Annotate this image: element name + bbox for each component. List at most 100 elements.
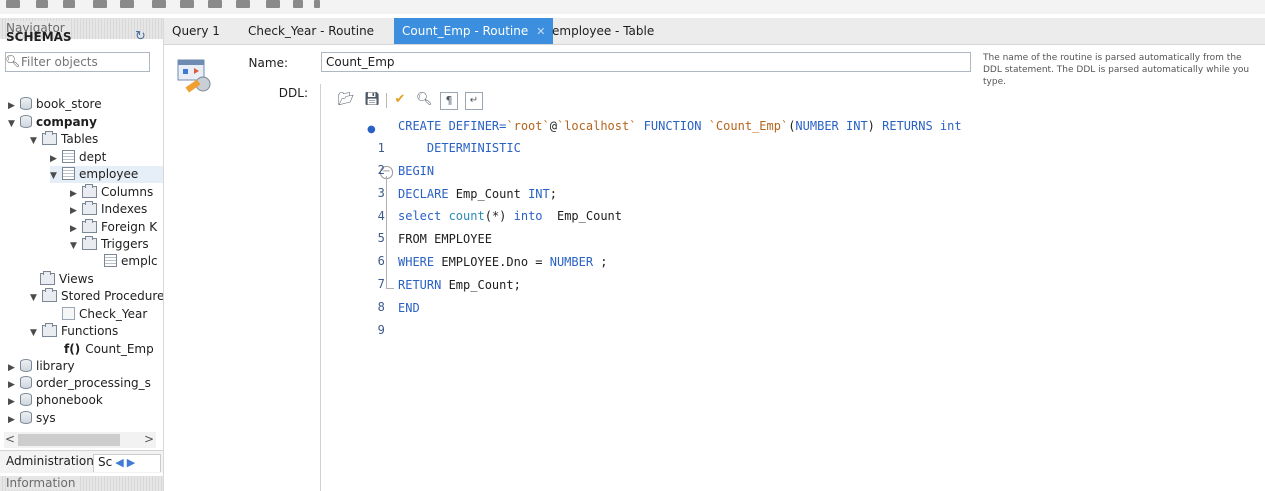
tree-item-library[interactable]: ▶ library	[8, 358, 75, 375]
toolbar-button[interactable]	[180, 0, 194, 8]
tree-item-tables[interactable]: ▼ Tables	[30, 131, 98, 148]
tree-item-dept[interactable]: ▶ dept	[50, 149, 106, 166]
database-icon	[20, 393, 32, 406]
tab-label: Query 1	[172, 24, 220, 38]
collapse-arrow-icon[interactable]: ▼	[30, 290, 42, 305]
collapse-arrow-icon[interactable]: ▼	[8, 116, 20, 133]
expand-arrow-icon[interactable]: ▶	[8, 98, 20, 115]
database-icon	[20, 411, 32, 424]
tree-item-functions[interactable]: ▼ Functions	[30, 323, 118, 340]
expand-arrow-icon[interactable]: ▶	[70, 186, 82, 201]
filter-input[interactable]	[18, 54, 149, 70]
expand-arrow-icon[interactable]: ▶	[70, 221, 82, 236]
collapse-arrow-icon[interactable]: ▼	[50, 168, 62, 185]
code-token: `Count_Emp`	[708, 119, 789, 133]
tab-query-1[interactable]: Query 1	[164, 18, 228, 44]
tab-schemas-label: Sc	[98, 455, 113, 469]
tree-item-indexes[interactable]: ▶ Indexes	[70, 201, 163, 218]
code-token: into	[513, 209, 543, 223]
code-token: ;	[593, 255, 608, 269]
refresh-icon[interactable]: ↻	[135, 29, 146, 44]
scroll-left-icon[interactable]: <	[5, 432, 15, 446]
main-toolbar	[0, 0, 1265, 14]
code-token: DECLARE	[398, 187, 449, 201]
scroll-right-icon[interactable]: >	[144, 432, 154, 446]
tree-item-company[interactable]: ▼ company	[8, 114, 97, 131]
toolbar-button[interactable]	[236, 0, 250, 8]
code-token: count	[441, 209, 485, 223]
foreign-keys-folder-icon	[82, 219, 97, 233]
tab-schemas[interactable]: Sc ◀ ▶	[93, 454, 161, 472]
invisible-chars-icon[interactable]: ¶	[440, 92, 458, 110]
tree-item-label: order_processing_s	[36, 376, 151, 390]
toolbar-button[interactable]	[120, 0, 134, 8]
collapse-arrow-icon[interactable]: ▼	[30, 133, 42, 150]
word-wrap-icon[interactable]: ↵	[465, 92, 483, 110]
tree-item-triggers[interactable]: ▼ Triggers	[70, 236, 163, 253]
code-token: END	[398, 301, 420, 315]
expand-arrow-icon[interactable]: ▶	[8, 377, 20, 392]
tree-item-count-emp[interactable]: f() Count_Emp	[64, 341, 154, 358]
tab-administration[interactable]: Administration	[6, 454, 94, 468]
toolbar-button[interactable]	[208, 0, 222, 8]
code-token: EMPLOYEE.Dno =	[434, 255, 550, 269]
code-token: `root`	[506, 119, 550, 133]
code-token: )	[867, 119, 883, 133]
toolbar-button[interactable]	[152, 0, 166, 8]
expand-arrow-icon[interactable]: ▶	[8, 394, 20, 411]
table-icon	[62, 150, 75, 163]
scrollbar-thumb[interactable]	[18, 434, 120, 446]
tree-item-views[interactable]: Views	[40, 271, 94, 288]
database-icon	[20, 115, 32, 128]
routine-name-input[interactable]: Count_Emp	[321, 52, 971, 72]
horizontal-scrollbar[interactable]: < >	[4, 432, 156, 448]
tree-item-check-year[interactable]: Check_Year	[62, 306, 147, 323]
database-icon	[20, 97, 32, 110]
tree-item-book-store[interactable]: ▶ book_store	[8, 96, 102, 113]
database-icon	[20, 376, 32, 389]
tab-count-emp-routine[interactable]: Count_Emp - Routine ✕	[394, 18, 554, 44]
tab-scroll-left-icon[interactable]: ◀	[115, 456, 123, 469]
toolbar-button[interactable]	[93, 0, 107, 8]
tree-item-columns[interactable]: ▶ Columns	[70, 184, 163, 201]
toolbar-button[interactable]	[266, 0, 280, 8]
tree-item-foreign-keys[interactable]: ▶ Foreign K	[70, 219, 163, 236]
code-line: 9 END	[328, 297, 420, 337]
expand-arrow-icon[interactable]: ▶	[8, 412, 20, 429]
tree-item-label: employee	[79, 167, 139, 181]
tree-item-sys[interactable]: ▶ sys	[8, 410, 56, 427]
code-token: @	[549, 119, 557, 133]
tree-item-trigger[interactable]: emplc	[104, 253, 163, 270]
toolbar-button[interactable]	[63, 0, 75, 8]
tree-item-label: phonebook	[36, 393, 103, 407]
expand-arrow-icon[interactable]: ▶	[70, 203, 82, 218]
toolbar-button[interactable]	[293, 0, 303, 8]
tree-item-label: Indexes	[101, 202, 148, 216]
filter-box: 🔍︎	[5, 52, 150, 72]
tab-employee-table[interactable]: employee - Table	[544, 18, 662, 44]
toolbar-button[interactable]	[36, 0, 48, 8]
tree-item-order-processing[interactable]: ▶ order_processing_s	[8, 375, 163, 392]
beautify-icon[interactable]: ✔	[392, 92, 408, 108]
schemas-title: SCHEMAS	[6, 30, 72, 44]
code-line: 7 WHERE EMPLOYEE.Dno = NUMBER ;	[328, 251, 608, 291]
tree-item-label: Views	[59, 272, 94, 286]
collapse-arrow-icon[interactable]: ▼	[30, 325, 42, 342]
open-folder-icon[interactable]: 📂︎	[338, 92, 355, 108]
tree-item-label: Foreign K	[101, 220, 158, 234]
find-icon[interactable]: 🔍︎	[416, 92, 433, 108]
information-header: Information	[0, 476, 163, 491]
folder-icon	[42, 131, 57, 145]
collapse-arrow-icon[interactable]: ▼	[70, 238, 82, 253]
toolbar-button[interactable]	[6, 0, 20, 8]
tab-check-year-routine[interactable]: Check_Year - Routine	[240, 18, 382, 44]
code-line: 4 DECLARE Emp_Count INT;	[328, 183, 557, 223]
tree-item-phonebook[interactable]: ▶ phonebook	[8, 392, 103, 409]
tree-item-label: Triggers	[101, 237, 149, 251]
tree-item-label: sys	[36, 411, 56, 425]
save-icon[interactable]: 💾︎	[364, 92, 381, 108]
toolbar-button[interactable]	[314, 0, 320, 8]
tree-item-employee[interactable]: ▼ employee	[50, 166, 163, 183]
tree-item-stored-procedures[interactable]: ▼ Stored Procedure	[30, 288, 163, 305]
tab-scroll-right-icon[interactable]: ▶	[127, 456, 135, 469]
